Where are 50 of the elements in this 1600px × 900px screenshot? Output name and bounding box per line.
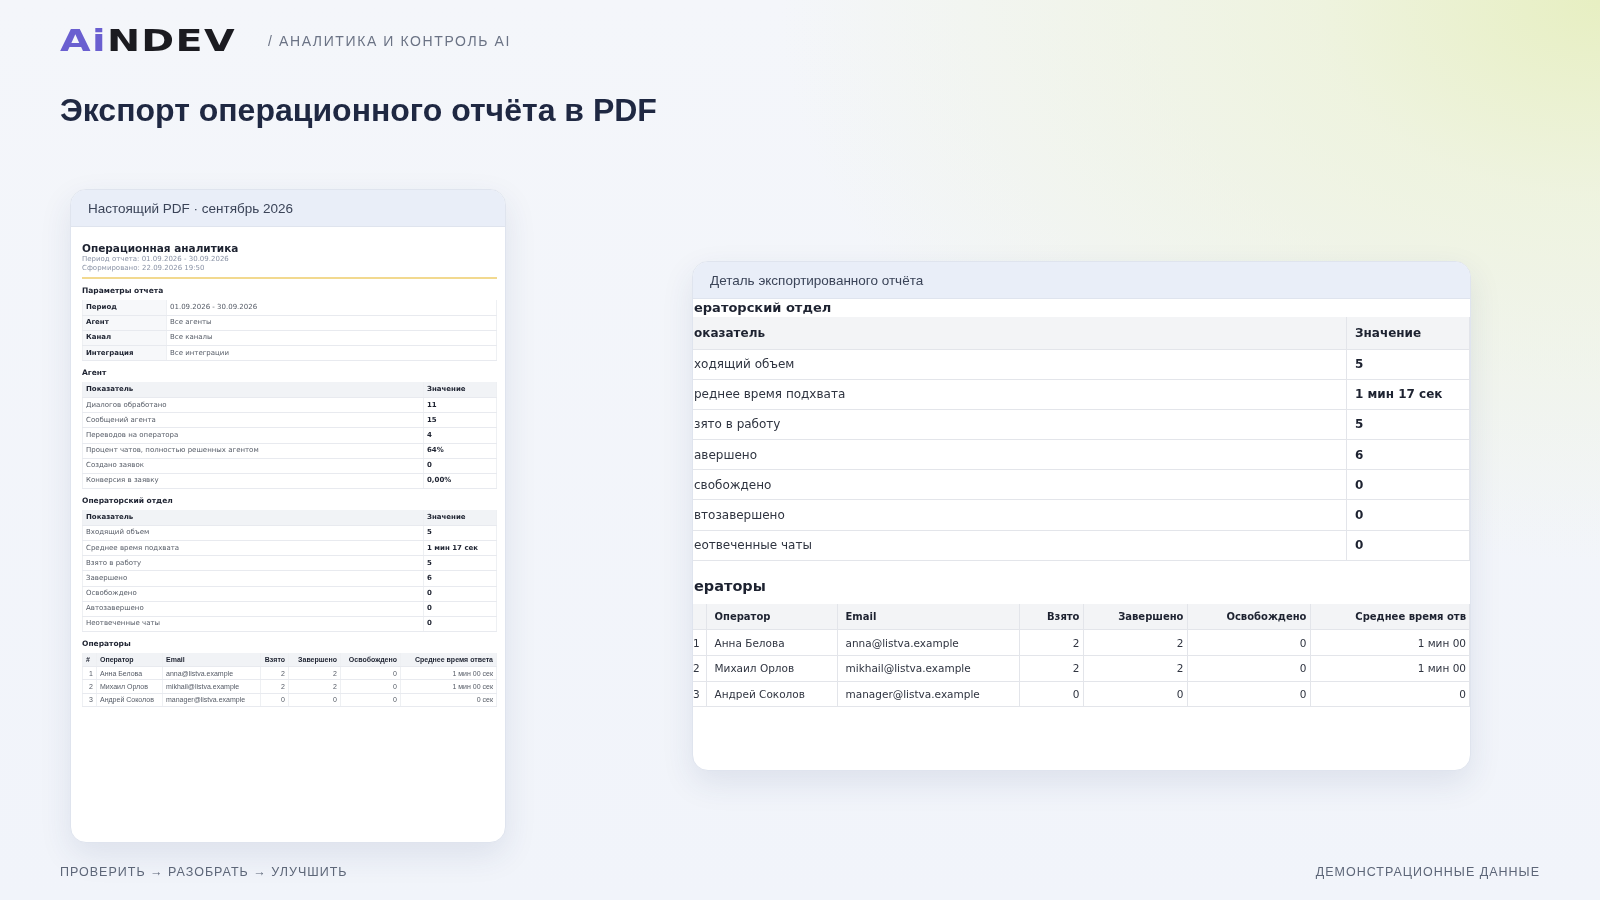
- column-header: оказатель: [693, 317, 1347, 349]
- table-cell: 1: [693, 629, 706, 656]
- table-cell: 0: [1187, 629, 1310, 656]
- table-cell: mikhail@listva.example: [837, 655, 1019, 681]
- table-cell: зято в работу: [693, 409, 1347, 440]
- table-cell: 3: [693, 681, 706, 707]
- table-cell: 2: [1083, 655, 1187, 681]
- column-header: Оператор: [706, 603, 837, 630]
- table-cell: 1 мин 00: [1310, 655, 1470, 681]
- footer-note: ДЕМОНСТРАЦИОННЫЕ ДАННЫЕ: [1315, 865, 1540, 879]
- table-cell: 6: [1346, 439, 1470, 470]
- table-cell: anna@listva.example: [837, 629, 1019, 656]
- card-caption: Настоящий PDF · сентябрь 2026: [71, 190, 505, 227]
- table-cell: 0: [1187, 655, 1310, 681]
- table-cell: Анна Белова: [706, 629, 837, 656]
- table-cell: 5: [1346, 409, 1470, 440]
- table-cell: авершено: [693, 439, 1347, 470]
- column-header: Завершено: [1083, 603, 1187, 630]
- section-heading: ераторы: [693, 577, 767, 595]
- column-header: Освобождено: [1187, 603, 1310, 630]
- column-header: Взято: [1019, 603, 1083, 630]
- table-cell: 2: [693, 655, 706, 681]
- logo: Ai NDEV: [60, 29, 236, 53]
- column-header: Значение: [1346, 317, 1470, 349]
- table-cell: втозавершено: [693, 499, 1347, 531]
- table-cell: 0: [1346, 499, 1470, 531]
- table-cell: реднее время подхвата: [693, 379, 1347, 410]
- table-cell: 0: [1310, 681, 1470, 707]
- table-cell: 0: [1187, 681, 1310, 707]
- document-title: Операционная аналитика: [82, 241, 240, 255]
- table-cell: 5: [1346, 349, 1470, 380]
- table-cell: ходящий объем: [693, 349, 1347, 380]
- table-cell: 0: [1083, 681, 1187, 707]
- table-cell: свобождено: [693, 469, 1347, 500]
- page-title: Экспорт операционного отчёта в PDF: [60, 91, 657, 130]
- header-subtitle: / АНАЛИТИКА И КОНТРОЛЬ AI: [268, 33, 511, 49]
- column-header: Email: [837, 603, 1019, 630]
- table-cell: Михаил Орлов: [706, 655, 837, 681]
- table-cell: еотвеченные чаты: [693, 530, 1347, 561]
- table-cell: Андрей Соколов: [706, 681, 837, 707]
- section-heading: ераторский отдел: [693, 299, 833, 316]
- column-header: Среднее время отв: [1310, 603, 1470, 630]
- footer-steps: ПРОВЕРИТЬ → РАЗОБРАТЬ → УЛУЧШИТЬ: [60, 865, 348, 879]
- card-caption: Деталь экспортированного отчёта: [693, 262, 1470, 299]
- table-cell: 0: [1346, 469, 1470, 500]
- table-cell: manager@listva.example: [837, 681, 1019, 707]
- table-cell: 2: [1083, 629, 1187, 656]
- table-cell: 1 мин 17 сек: [1346, 379, 1470, 410]
- table-cell: 0: [1346, 530, 1470, 561]
- table-cell: 1 мин 00: [1310, 629, 1470, 656]
